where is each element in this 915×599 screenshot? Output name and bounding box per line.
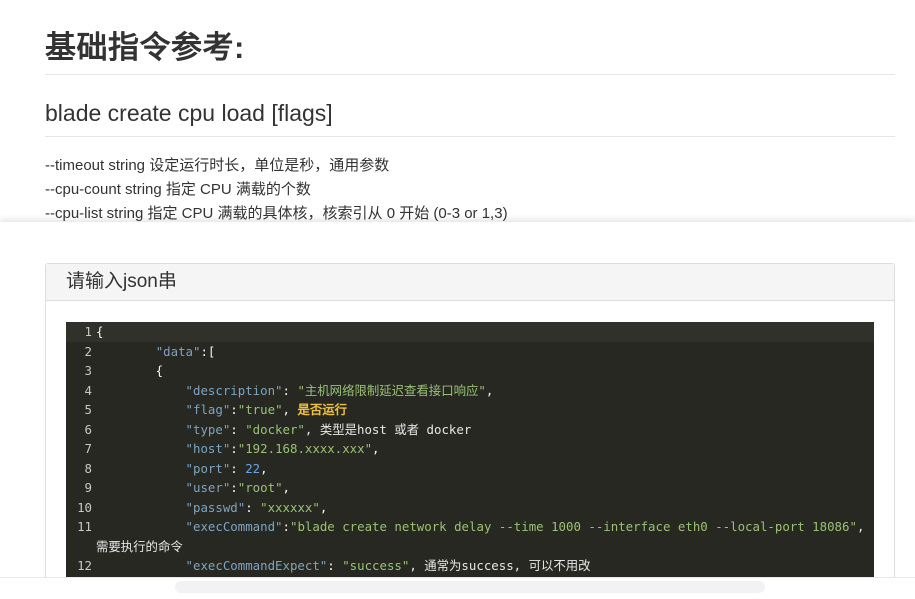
line-number: 3 bbox=[84, 363, 92, 378]
code-line: 10 "passwd": "xxxxxx", bbox=[66, 498, 874, 518]
page-heading: 基础指令参考: bbox=[45, 30, 245, 65]
flags-list: --timeout string 设定运行时长，单位是秒，通用参数 --cpu-… bbox=[45, 154, 508, 226]
line-number: 6 bbox=[84, 421, 92, 437]
code-text: "user":"root", bbox=[185, 480, 290, 495]
code-text: "passwd": "xxxxxx", bbox=[185, 499, 328, 515]
doc-section: 基础指令参考: blade create cpu load [flags] --… bbox=[0, 0, 915, 222]
line-number: 11 bbox=[77, 519, 92, 534]
flag-cpu-count: --cpu-count string 指定 CPU 满载的个数 bbox=[45, 181, 311, 198]
code-line: 11 "execCommand":"blade create network d… bbox=[66, 517, 874, 556]
code-text: "execCommand":"blade create network dela… bbox=[96, 519, 872, 554]
panel-title: 请输入json串 bbox=[46, 264, 894, 301]
command-divider bbox=[45, 136, 895, 137]
line-number: 8 bbox=[84, 460, 92, 476]
command-heading: blade create cpu load [flags] bbox=[45, 100, 333, 126]
code-text: "description": "主机网络限制延迟查看接口响应", bbox=[185, 382, 494, 398]
line-number: 7 bbox=[84, 441, 92, 456]
json-editor[interactable]: 1 { 2 "data":[ 3 { 4 "description": "主机网… bbox=[66, 322, 874, 584]
code-line: 5 "flag":"true", 是否运行 bbox=[66, 400, 874, 420]
code-text: { bbox=[96, 324, 104, 339]
code-line: 2 "data":[ bbox=[66, 342, 874, 362]
bottom-bar bbox=[0, 577, 915, 599]
code-line: 12 "execCommandExpect": "success", 通常为su… bbox=[66, 556, 874, 576]
code-text: "port": 22, bbox=[185, 460, 268, 476]
heading-divider bbox=[45, 74, 895, 75]
line-number: 5 bbox=[84, 402, 92, 417]
code-line: 9 "user":"root", bbox=[66, 478, 874, 498]
code-line: 3 { bbox=[66, 361, 874, 381]
bottom-blur-strip bbox=[175, 581, 765, 593]
line-number: 10 bbox=[77, 499, 92, 515]
json-panel: 请输入json串 1 { 2 "data":[ 3 { 4 "descripti… bbox=[45, 263, 895, 584]
code-text: "type": "docker", 类型是host 或者 docker bbox=[185, 421, 472, 437]
line-number: 1 bbox=[84, 324, 92, 339]
code-text: "execCommandExpect": "success", 通常为succe… bbox=[185, 558, 591, 573]
line-number: 9 bbox=[84, 480, 92, 495]
code-text: "host":"192.168.xxxx.xxx", bbox=[185, 441, 380, 456]
code-text: { bbox=[96, 363, 164, 378]
code-line: 8 "port": 22, bbox=[66, 459, 874, 479]
code-text: "flag":"true", 是否运行 bbox=[185, 402, 348, 417]
code-line: 4 "description": "主机网络限制延迟查看接口响应", bbox=[66, 381, 874, 401]
line-number: 4 bbox=[84, 382, 92, 398]
flag-timeout: --timeout string 设定运行时长，单位是秒，通用参数 bbox=[45, 157, 390, 174]
code-line: 7 "host":"192.168.xxxx.xxx", bbox=[66, 439, 874, 459]
line-number: 12 bbox=[77, 558, 92, 573]
line-number: 2 bbox=[84, 343, 92, 359]
code-line: 1 { bbox=[66, 322, 874, 342]
json-input-section: 请输入json串 1 { 2 "data":[ 3 { 4 "descripti… bbox=[0, 222, 915, 584]
code-line: 6 "type": "docker", 类型是host 或者 docker bbox=[66, 420, 874, 440]
code-text: "data":[ bbox=[155, 343, 216, 359]
